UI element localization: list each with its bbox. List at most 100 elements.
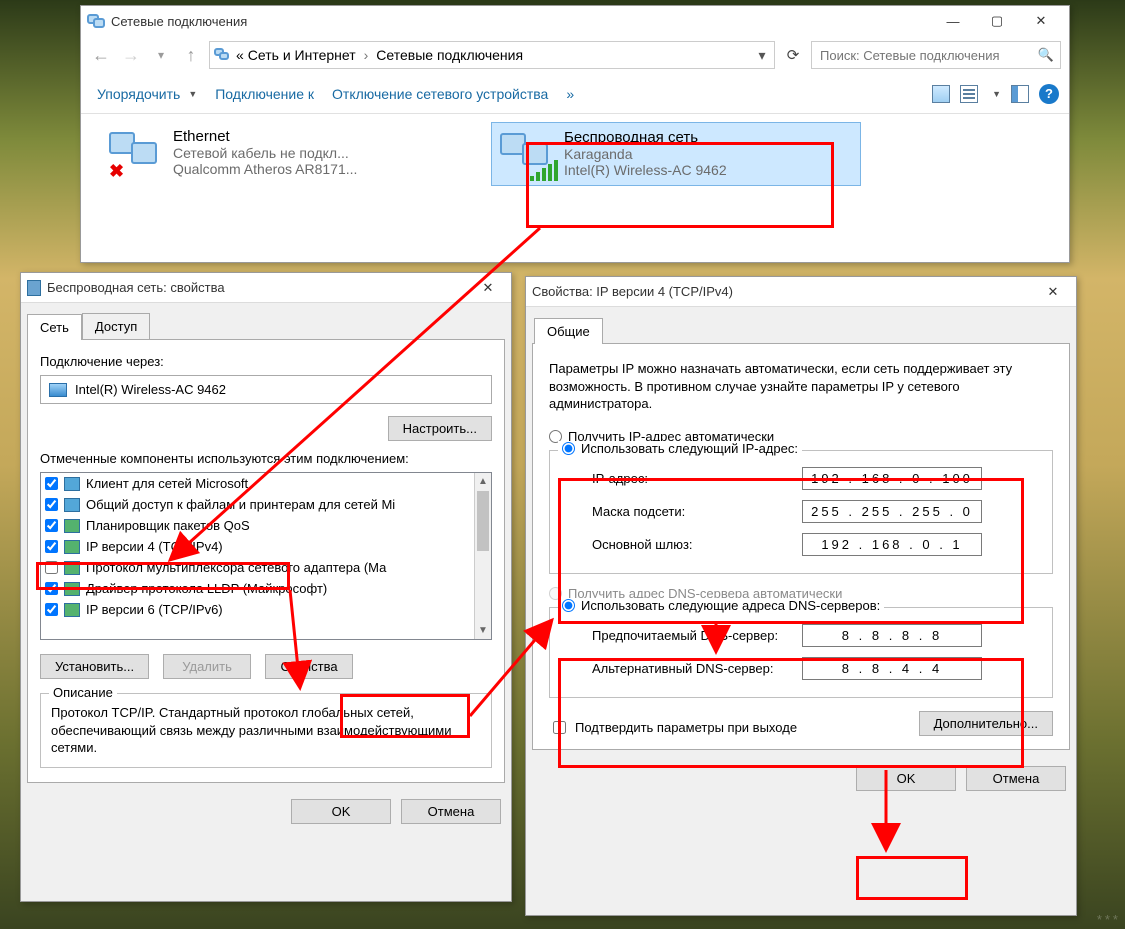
view-details-button[interactable] [960,85,978,103]
properties-button[interactable]: Свойства [265,654,353,679]
component-checkbox[interactable] [45,540,58,553]
tab-general[interactable]: Общие [534,318,603,344]
watermark: *** [1097,912,1121,927]
ipv6-icon [64,603,80,617]
ipv4-icon [64,540,80,554]
confirm-on-exit-label: Подтвердить параметры при выходе [575,720,797,735]
network-connections-window: Сетевые подключения — ▢ ✕ ← → ▾ ↑ « Сеть… [80,5,1070,263]
radio-manual-dns[interactable]: Использовать следующие адреса DNS-сервер… [558,598,884,613]
connection-name: Беспроводная сеть [564,129,727,146]
chevron-right-icon: › [360,47,373,63]
close-button[interactable]: ✕ [1036,277,1070,307]
explorer-titlebar[interactable]: Сетевые подключения — ▢ ✕ [81,6,1069,36]
component-row[interactable]: Общий доступ к файлам и принтерам для се… [41,494,491,515]
gateway-input[interactable]: 192 . 168 . 0 . 1 [802,533,982,556]
close-button[interactable]: ✕ [1019,6,1063,36]
confirm-on-exit-checkbox[interactable] [553,721,566,734]
back-button[interactable]: ← [89,43,113,67]
dns1-input[interactable]: 8 . 8 . 8 . 8 [802,624,982,647]
component-row[interactable]: Клиент для сетей Microsoft [41,473,491,494]
scroll-thumb[interactable] [477,491,489,551]
cancel-button[interactable]: Отмена [401,799,501,824]
ok-button[interactable]: OK [856,766,956,791]
breadcrumb[interactable]: « Сеть и Интернет › Сетевые подключения … [209,41,775,69]
ipv4-title: Свойства: IP версии 4 (TCP/IPv4) [532,284,733,299]
gateway-label: Основной шлюз: [592,537,802,552]
ip-input[interactable]: 192 . 168 . 0 . 100 [802,467,982,490]
scroll-up-icon[interactable]: ▲ [475,473,491,490]
cancel-button[interactable]: Отмена [966,766,1066,791]
search-box[interactable]: 🔍 [811,41,1061,69]
chevron-down-icon[interactable]: ▼ [988,89,1001,99]
signal-bars-icon [530,160,558,181]
adapter-properties-dialog: Беспроводная сеть: свойства ✕ Сеть Досту… [20,272,512,902]
ok-button[interactable]: OK [291,799,391,824]
mux-icon [64,561,80,575]
radio-manual-ip-input[interactable] [562,442,575,455]
confirm-on-exit-row[interactable]: Подтвердить параметры при выходе [549,718,797,737]
maximize-button[interactable]: ▢ [975,6,1019,36]
connection-status: Karaganda [564,146,727,162]
radio-manual-ip[interactable]: Использовать следующий IP-адрес: [558,441,802,456]
disable-device-button[interactable]: Отключение сетевого устройства [326,82,554,106]
disconnected-icon: ✖ [109,161,124,182]
component-row-ipv4[interactable]: IP версии 4 (TCP/IPv4) [41,536,491,557]
components-scrollbar[interactable]: ▲ ▼ [474,473,491,639]
install-button[interactable]: Установить... [40,654,149,679]
components-list[interactable]: Клиент для сетей Microsoft Общий доступ … [40,472,492,640]
connection-item-ethernet[interactable]: ✖ Ethernet Сетевой кабель не подкл... Qu… [101,122,471,186]
connection-device: Qualcomm Atheros AR8171... [173,161,357,177]
tab-access[interactable]: Доступ [82,313,150,339]
explorer-address-bar: ← → ▾ ↑ « Сеть и Интернет › Сетевые подк… [81,36,1069,74]
forward-button[interactable]: → [119,43,143,67]
component-checkbox[interactable] [45,582,58,595]
radio-manual-dns-input[interactable] [562,599,575,612]
component-label: IP версии 6 (TCP/IPv6) [86,602,223,617]
component-row[interactable]: Протокол мультиплексора сетевого адаптер… [41,557,491,578]
ipv4-titlebar[interactable]: Свойства: IP версии 4 (TCP/IPv4) ✕ [526,277,1076,307]
help-button[interactable]: ? [1039,84,1059,104]
breadcrumb-dropdown-button[interactable]: ▾ [754,47,770,64]
configure-button[interactable]: Настроить... [388,416,492,441]
breadcrumb-item[interactable]: Сетевые подключения [376,47,523,63]
connection-item-wireless[interactable]: Беспроводная сеть Karaganda Intel(R) Wir… [491,122,861,186]
props-titlebar[interactable]: Беспроводная сеть: свойства ✕ [21,273,511,303]
component-row[interactable]: Драйвер протокола LLDP (Майкрософт) [41,578,491,599]
view-large-icons-button[interactable] [932,85,950,103]
component-checkbox[interactable] [45,561,58,574]
connection-device: Intel(R) Wireless-AC 9462 [564,162,727,178]
tab-network[interactable]: Сеть [27,314,82,340]
search-icon[interactable]: 🔍 [1038,47,1054,63]
connection-name: Ethernet [173,128,357,145]
connect-to-button[interactable]: Подключение к [209,82,320,106]
toolbar-overflow-button[interactable]: » [560,82,580,106]
dns2-input[interactable]: 8 . 8 . 4 . 4 [802,657,982,680]
component-checkbox[interactable] [45,519,58,532]
radio-label: Использовать следующие адреса DNS-сервер… [581,598,880,613]
component-label: Драйвер протокола LLDP (Майкрософт) [86,581,327,596]
component-checkbox[interactable] [45,477,58,490]
preview-pane-button[interactable] [1011,85,1029,103]
scroll-down-icon[interactable]: ▼ [475,622,491,639]
component-row[interactable]: Планировщик пакетов QoS [41,515,491,536]
ip-label: IP-адрес: [592,471,802,486]
network-icon [214,48,232,62]
breadcrumb-item[interactable]: Сеть и Интернет [248,47,356,63]
ipv4-intro: Параметры IP можно назначать автоматичес… [549,360,1053,413]
advanced-button[interactable]: Дополнительно... [919,711,1053,736]
search-input[interactable] [818,47,1038,64]
refresh-button[interactable]: ⟳ [781,43,805,67]
component-checkbox[interactable] [45,498,58,511]
close-button[interactable]: ✕ [471,273,505,303]
mask-input[interactable]: 255 . 255 . 255 . 0 [802,500,982,523]
recent-locations-button[interactable]: ▾ [149,43,173,67]
up-button[interactable]: ↑ [179,43,203,67]
connection-status: Сетевой кабель не подкл... [173,145,357,161]
tab-network-panel: Подключение через: Intel(R) Wireless-AC … [27,339,505,783]
component-checkbox[interactable] [45,603,58,616]
qos-icon [64,519,80,533]
minimize-button[interactable]: — [931,6,975,36]
adapter-name: Intel(R) Wireless-AC 9462 [75,382,226,397]
component-row[interactable]: IP версии 6 (TCP/IPv6) [41,599,491,620]
organize-button[interactable]: Упорядочить▼ [91,82,203,106]
